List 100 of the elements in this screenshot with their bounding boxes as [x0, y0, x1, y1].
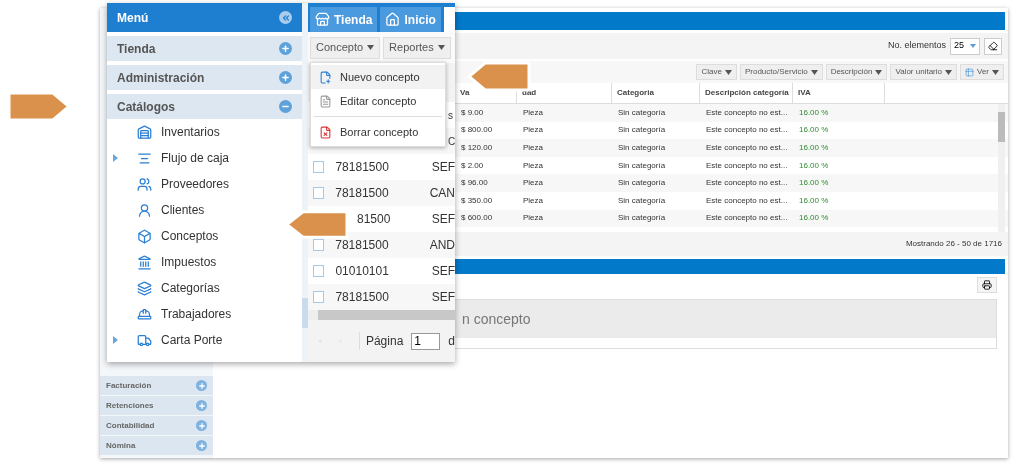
document-x-icon: [319, 125, 332, 139]
caret-icon: [992, 69, 999, 75]
plus-icon: [196, 440, 207, 451]
table-cell-text: $ 2.00: [460, 159, 485, 172]
table-cell-text: Pieza: [522, 124, 544, 137]
menu-section[interactable]: Catálogos: [107, 94, 302, 119]
table-cell-text: SEF: [431, 211, 455, 228]
column-filter-button[interactable]: Clave: [696, 64, 737, 80]
table-cell-text: Pieza: [522, 142, 544, 154]
horizontal-scrollbar[interactable]: [308, 310, 455, 320]
table-cell-text: C: [448, 134, 455, 149]
user-icon: [137, 202, 152, 218]
people-icon: [137, 176, 152, 192]
table-cell-text: 78181500: [335, 159, 390, 176]
worker-icon: [137, 306, 152, 322]
menu-item[interactable]: Carta Porte: [107, 327, 227, 353]
column-filter-button[interactable]: Producto/Servicio: [739, 64, 823, 80]
checkbox[interactable]: [313, 161, 325, 173]
menu-item[interactable]: Conceptos: [107, 223, 223, 249]
menu-item[interactable]: Inventarios: [107, 119, 224, 145]
caret-icon: [875, 69, 883, 75]
table-cell-text: Este concepto no est...: [705, 177, 789, 190]
caret-icon: [810, 69, 818, 75]
checkbox[interactable]: [313, 187, 325, 199]
vertical-scrollbar[interactable]: [998, 104, 1005, 232]
collapse-icon[interactable]: [279, 11, 292, 24]
menu-section[interactable]: Administración: [107, 65, 302, 90]
menu-item[interactable]: Flujo de caja: [107, 145, 234, 171]
column-filter-button[interactable]: Valor unitario: [890, 64, 957, 80]
menu-item[interactable]: Categorías: [107, 275, 224, 301]
table-cell-text: 16.00 %: [798, 124, 830, 137]
print-button[interactable]: [977, 277, 997, 293]
menu-button[interactable]: Concepto: [310, 36, 381, 59]
table-cell-text: Pieza: [522, 194, 544, 207]
document-icon: [319, 94, 332, 108]
table-cell-text: Sin categoría: [617, 142, 667, 154]
panel-title: n concepto: [462, 309, 531, 329]
table-cell-text: 81500: [357, 211, 392, 228]
table-cell-text: SEF: [431, 263, 455, 280]
column-header: IVA: [793, 83, 885, 103]
table-cell-text: SEF: [431, 289, 455, 306]
plus-icon: [196, 420, 207, 431]
dropdown-item[interactable]: Editar concepto: [311, 89, 445, 113]
truck-icon: [137, 332, 152, 348]
table-cell-text: Este concepto no est...: [705, 106, 789, 119]
table-cell-text: $ 800.00: [460, 124, 494, 137]
table-cell-text: SEF: [431, 159, 455, 176]
page-suffix: d: [448, 333, 455, 350]
dropdown-item[interactable]: Borrar concepto: [311, 120, 445, 144]
table-cell-text: 78181500: [335, 185, 390, 202]
sidebar-item[interactable]: Contabilidad: [100, 416, 213, 435]
checkbox[interactable]: [313, 239, 325, 251]
partial-tab[interactable]: [443, 7, 455, 32]
table-cell-text: Sin categoría: [617, 177, 667, 190]
eraser-icon: [988, 41, 998, 51]
table-cell-text: $ 600.00: [460, 212, 494, 225]
menu-button[interactable]: Reportes: [383, 36, 451, 59]
page-size-select[interactable]: 25: [950, 37, 980, 55]
print-icon: [982, 280, 992, 290]
table-cell-text: Este concepto no est...: [705, 212, 789, 225]
sidebar-item[interactable]: Nómina: [100, 436, 213, 455]
table-cell-text: Pieza: [522, 212, 544, 225]
table-cell-text: Sin categoría: [617, 212, 667, 225]
grid-icon: [965, 67, 974, 77]
caret-icon: [724, 69, 732, 75]
document-plus-icon: [319, 70, 332, 84]
menu-item[interactable]: Clientes: [107, 197, 209, 223]
page-field[interactable]: 1: [411, 332, 441, 350]
checkbox[interactable]: [313, 265, 325, 277]
table-cell-text: 16.00 %: [798, 159, 830, 172]
checkbox[interactable]: [313, 291, 325, 303]
menu-section[interactable]: Tienda: [107, 36, 302, 61]
page-size-label: No. elementos: [887, 39, 946, 53]
plus-icon: [196, 400, 207, 411]
table-cell-text: 16.00 %: [798, 194, 830, 207]
menu-item[interactable]: Trabajadores: [107, 301, 236, 327]
menu-item[interactable]: Impuestos: [107, 249, 221, 275]
warehouse-icon: [137, 124, 152, 140]
clear-button[interactable]: [984, 37, 1002, 55]
menu-item[interactable]: Proveedores: [107, 171, 234, 197]
table-cell-text: 16.00 %: [798, 106, 830, 119]
table-cell-text: $ 9.00: [460, 106, 485, 119]
column-filter-button[interactable]: Descripción: [825, 64, 888, 80]
dropdown-item[interactable]: Nuevo concepto: [311, 65, 445, 89]
caret-icon: [945, 69, 952, 75]
splitter[interactable]: [302, 3, 308, 362]
layers-icon: [137, 280, 152, 296]
caret-icon: [437, 45, 445, 50]
column-filter-button[interactable]: Ver: [960, 64, 1004, 80]
caret-icon: [367, 45, 375, 50]
sidebar-item[interactable]: Retenciones: [100, 396, 213, 415]
cube-icon: [137, 228, 152, 244]
table-cell-text: Pieza: [522, 106, 544, 119]
table-cell-text: Pieza: [522, 159, 544, 172]
table-cell-text: AND: [429, 237, 455, 254]
column-header: Descripción categoría: [700, 83, 793, 103]
sidebar-item[interactable]: Facturación: [100, 376, 213, 395]
table-cell-text: Este concepto no est...: [705, 124, 789, 137]
table-cell-text: $ 350.00: [460, 194, 494, 207]
table-cell-text: 16.00 %: [798, 212, 830, 225]
